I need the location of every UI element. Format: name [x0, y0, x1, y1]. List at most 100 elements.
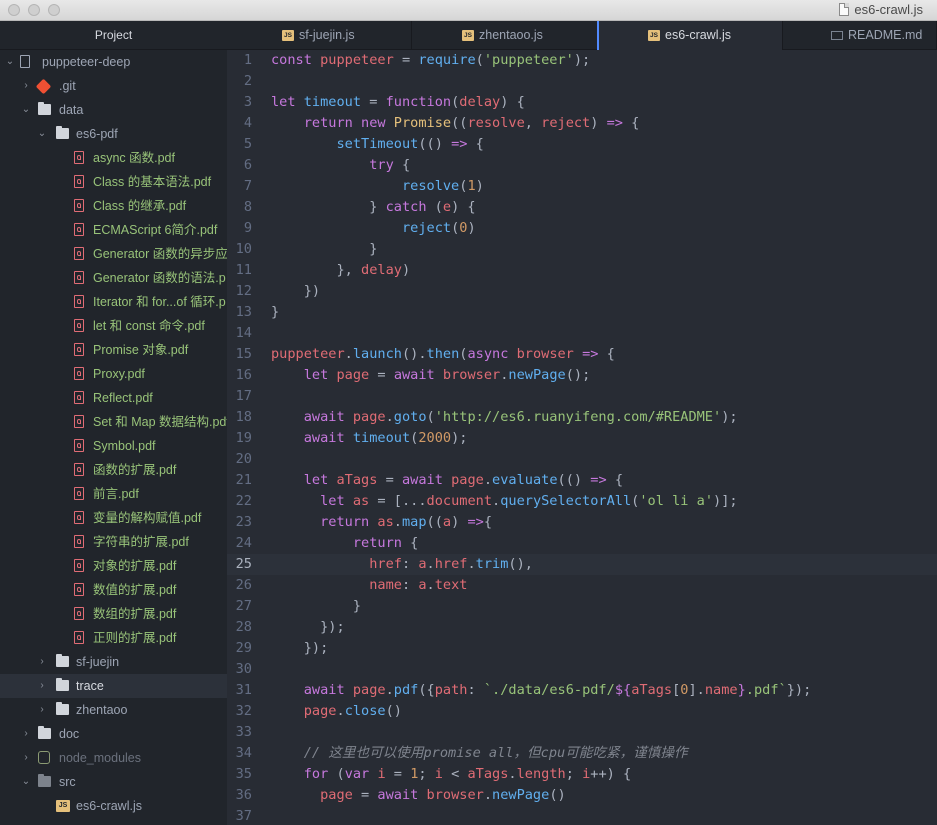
file-tree-file[interactable]: Generator 函数的语法.p: [0, 266, 227, 290]
code-line[interactable]: 18 await page.goto('http://es6.ruanyifen…: [227, 407, 937, 428]
folder-icon: [56, 126, 69, 139]
chevron-right-icon[interactable]: ›: [36, 674, 48, 698]
pdf-file-icon: [74, 535, 84, 548]
window-title-text: es6-crawl.js: [854, 2, 923, 17]
file-tree-file[interactable]: 前言.pdf: [0, 482, 227, 506]
code-line[interactable]: 7 resolve(1): [227, 176, 937, 197]
code-line[interactable]: 37: [227, 806, 937, 825]
code-line[interactable]: 19 await timeout(2000);: [227, 428, 937, 449]
file-tree-file[interactable]: 字符串的扩展.pdf: [0, 530, 227, 554]
code-line[interactable]: 15 puppeteer.launch().then(async browser …: [227, 344, 937, 365]
code-line[interactable]: 1 const puppeteer = require('puppeteer');: [227, 50, 937, 71]
file-tree-folder[interactable]: › zhentaoo: [0, 698, 227, 722]
code-line[interactable]: 29 });: [227, 638, 937, 659]
folder-icon: [56, 654, 69, 667]
code-line[interactable]: 10 }: [227, 239, 937, 260]
file-tree-file[interactable]: Proxy.pdf: [0, 362, 227, 386]
chevron-right-icon[interactable]: ›: [20, 746, 32, 770]
code-line[interactable]: 33: [227, 722, 937, 743]
file-tree-file[interactable]: 数值的扩展.pdf: [0, 578, 227, 602]
close-window-button[interactable]: [8, 4, 20, 16]
file-tree-folder[interactable]: › trace: [0, 674, 227, 698]
code-line[interactable]: 17: [227, 386, 937, 407]
code-line[interactable]: 9 reject(0): [227, 218, 937, 239]
file-tree-file[interactable]: let 和 const 命令.pdf: [0, 314, 227, 338]
file-tree-folder[interactable]: ⌄ puppeteer-deep: [0, 50, 227, 74]
code-line[interactable]: 2: [227, 71, 937, 92]
file-tree-folder[interactable]: ⌄ data: [0, 98, 227, 122]
file-tree-folder[interactable]: ⌄ es6-pdf: [0, 122, 227, 146]
line-number: 5: [243, 136, 252, 152]
file-tree-file[interactable]: JS es6-crawl.js: [0, 794, 227, 818]
code-line[interactable]: 32 page.close(): [227, 701, 937, 722]
chevron-down-icon[interactable]: ⌄: [20, 98, 32, 122]
chevron-right-icon[interactable]: ›: [20, 722, 32, 746]
file-tree-folder[interactable]: › doc: [0, 722, 227, 746]
tab-README-md[interactable]: README.md: [783, 21, 937, 50]
code-line[interactable]: 22 let as = [...document.querySelectorAl…: [227, 491, 937, 512]
code-line[interactable]: 4 return new Promise((resolve, reject) =…: [227, 113, 937, 134]
code-line[interactable]: 16 let page = await browser.newPage();: [227, 365, 937, 386]
code-text: });: [271, 640, 329, 656]
file-tree-folder[interactable]: › sf-juejin: [0, 650, 227, 674]
line-number: 37: [235, 808, 252, 824]
chevron-right-icon[interactable]: ›: [20, 74, 32, 98]
file-tree-file[interactable]: Iterator 和 for...of 循环.p: [0, 290, 227, 314]
file-tree-file[interactable]: 变量的解构赋值.pdf: [0, 506, 227, 530]
chevron-right-icon[interactable]: ›: [36, 698, 48, 722]
code-line[interactable]: 35 for (var i = 1; i < aTags.length; i++…: [227, 764, 937, 785]
code-line[interactable]: 34 // 这里也可以使用promise all，但cpu可能吃紧，谨慎操作: [227, 743, 937, 764]
file-tree-file[interactable]: 函数的扩展.pdf: [0, 458, 227, 482]
file-tree-folder[interactable]: › .git: [0, 74, 227, 98]
file-tree-file[interactable]: Class 的基本语法.pdf: [0, 170, 227, 194]
code-line[interactable]: 20: [227, 449, 937, 470]
code-line[interactable]: 13}: [227, 302, 937, 323]
code-line[interactable]: 8 } catch (e) {: [227, 197, 937, 218]
file-tree-file[interactable]: async 函数.pdf: [0, 146, 227, 170]
tab-es6-crawl-js[interactable]: JS es6-crawl.js: [597, 21, 783, 50]
code-line[interactable]: 26 name: a.text: [227, 575, 937, 596]
file-tree-file[interactable]: ECMAScript 6简介.pdf: [0, 218, 227, 242]
minimize-window-button[interactable]: [28, 4, 40, 16]
code-line[interactable]: 30: [227, 659, 937, 680]
file-tree-file[interactable]: Generator 函数的异步应: [0, 242, 227, 266]
code-text: setTimeout(() => {: [336, 136, 484, 152]
js-file-icon: JS: [648, 30, 660, 41]
file-tree-file[interactable]: Set 和 Map 数据结构.pdf: [0, 410, 227, 434]
zoom-window-button[interactable]: [48, 4, 60, 16]
file-tree-file[interactable]: Promise 对象.pdf: [0, 338, 227, 362]
file-tree-folder[interactable]: › node_modules: [0, 746, 227, 770]
file-tree-file[interactable]: Class 的继承.pdf: [0, 194, 227, 218]
sidebar-header[interactable]: Project: [0, 21, 227, 50]
code-line[interactable]: 27 }: [227, 596, 937, 617]
line-number: 18: [235, 409, 252, 425]
tab-sf-juejin-js[interactable]: JS sf-juejin.js: [227, 21, 412, 50]
chevron-right-icon[interactable]: ›: [36, 650, 48, 674]
file-tree-file[interactable]: Reflect.pdf: [0, 386, 227, 410]
file-tree-file[interactable]: 数组的扩展.pdf: [0, 602, 227, 626]
code-line[interactable]: 12 }): [227, 281, 937, 302]
code-editor[interactable]: 1 const puppeteer = require('puppeteer');…: [227, 50, 937, 825]
code-line[interactable]: 23 return as.map((a) =>{: [227, 512, 937, 533]
code-line[interactable]: 3 let timeout = function(delay) {: [227, 92, 937, 113]
code-line[interactable]: 28 });: [227, 617, 937, 638]
code-line[interactable]: 14: [227, 323, 937, 344]
tab-zhentaoo-js[interactable]: JS zhentaoo.js: [412, 21, 598, 50]
code-line[interactable]: 25 href: a.href.trim(),: [227, 554, 937, 575]
code-line[interactable]: 5 setTimeout(() => {: [227, 134, 937, 155]
code-line[interactable]: 21 let aTags = await page.evaluate(() =>…: [227, 470, 937, 491]
code-line[interactable]: 24 return {: [227, 533, 937, 554]
chevron-down-icon[interactable]: ⌄: [36, 122, 48, 146]
chevron-down-icon[interactable]: ⌄: [20, 770, 32, 794]
file-tree-folder[interactable]: ⌄ src: [0, 770, 227, 794]
chevron-down-icon[interactable]: ⌄: [4, 50, 16, 74]
file-tree-file[interactable]: Symbol.pdf: [0, 434, 227, 458]
git-icon: [35, 78, 52, 95]
code-line[interactable]: 36 page = await browser.newPage(): [227, 785, 937, 806]
code-line[interactable]: 11 }, delay): [227, 260, 937, 281]
folder-icon: [38, 102, 51, 115]
file-tree-file[interactable]: 对象的扩展.pdf: [0, 554, 227, 578]
code-line[interactable]: 31 await page.pdf({path: `./data/es6-pdf…: [227, 680, 937, 701]
file-tree-file[interactable]: 正则的扩展.pdf: [0, 626, 227, 650]
code-line[interactable]: 6 try {: [227, 155, 937, 176]
